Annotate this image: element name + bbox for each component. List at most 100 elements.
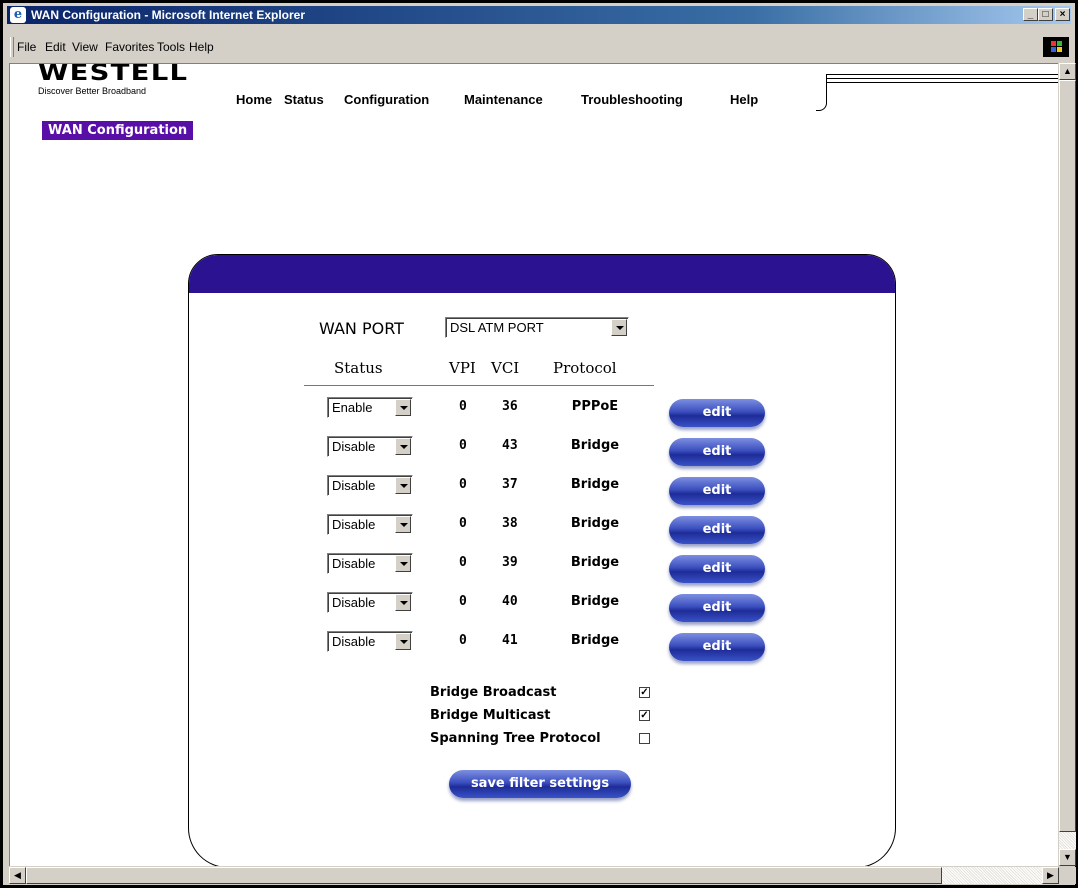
status-select[interactable]: Disable [327,553,413,574]
close-button[interactable]: × [1055,8,1070,21]
horizontal-scrollbar[interactable]: ◀ ▶ [9,867,1059,884]
menu-bar: File Edit View Favorites Tools Help [7,37,1071,59]
logo-tagline: Discover Better Broadband [38,86,147,96]
status-select[interactable]: Disable [327,592,413,613]
menu-grip [10,37,14,57]
menu-file[interactable]: File [17,40,36,54]
section-title: WAN Configuration [42,121,194,140]
header-divider [304,385,654,386]
status-value: Disable [332,478,376,493]
status-select[interactable]: Disable [327,436,413,457]
scroll-down-icon[interactable]: ▼ [1059,849,1076,866]
horizontal-scroll-thumb[interactable] [26,867,942,884]
status-select[interactable]: Enable [327,397,413,418]
chevron-down-icon[interactable] [395,633,411,650]
window-title: WAN Configuration - Microsoft Internet E… [31,8,306,22]
protocol-value: Bridge [570,633,620,648]
vpi-value: 0 [459,555,467,570]
westell-logo: WESTELL Discover Better Broadband [38,64,187,96]
nav-status[interactable]: Status [284,92,324,107]
vci-value: 39 [502,555,518,570]
nav-help[interactable]: Help [730,92,758,107]
nav-rule [826,82,1058,83]
menu-favorites[interactable]: Favorites [105,40,154,54]
header-protocol: Protocol [553,359,617,377]
save-filter-settings-button[interactable]: save filter settings [449,770,631,798]
chevron-down-icon[interactable] [395,438,411,455]
wan-port-select[interactable]: DSL ATM PORT [445,317,629,338]
vpi-value: 0 [459,516,467,531]
bridge-multicast-checkbox[interactable]: ✓ [639,710,650,721]
size-grip [1059,867,1076,884]
chevron-down-icon[interactable] [395,477,411,494]
protocol-value: Bridge [570,516,620,531]
vci-value: 36 [502,399,518,414]
bridge-broadcast-checkbox[interactable]: ✓ [639,687,650,698]
chevron-down-icon[interactable] [395,555,411,572]
header-vpi: VPI [449,359,476,377]
vpi-value: 0 [459,477,467,492]
edit-button[interactable]: edit [669,594,765,622]
scroll-right-icon[interactable]: ▶ [1042,867,1059,884]
bridge-multicast-label: Bridge Multicast [430,708,551,723]
vpi-value: 0 [459,594,467,609]
protocol-value: Bridge [570,555,620,570]
chevron-down-icon[interactable] [395,594,411,611]
scroll-up-icon[interactable]: ▲ [1059,63,1076,80]
vpi-value: 0 [459,438,467,453]
vci-value: 43 [502,438,518,453]
nav-rule [826,78,1058,79]
spanning-tree-label: Spanning Tree Protocol [430,731,601,746]
vpi-value: 0 [459,633,467,648]
protocol-value: PPPoE [571,399,619,414]
vertical-scrollbar[interactable]: ▲ ▼ [1059,63,1076,866]
vci-value: 41 [502,633,518,648]
status-select[interactable]: Disable [327,475,413,496]
nav-maintenance[interactable]: Maintenance [464,92,543,107]
header-status: Status [334,359,383,377]
wan-port-label: WAN PORT [319,319,404,338]
menu-tools[interactable]: Tools [157,40,185,54]
status-value: Enable [332,400,373,415]
wan-port-value: DSL ATM PORT [450,320,544,335]
edit-button[interactable]: edit [669,633,765,661]
page-viewport: WESTELL Discover Better Broadband Home S… [9,63,1058,866]
status-value: Disable [332,439,376,454]
menu-view[interactable]: View [72,40,98,54]
nav-home[interactable]: Home [236,92,272,107]
vci-value: 38 [502,516,518,531]
vertical-scroll-thumb[interactable] [1059,80,1076,832]
nav-rule [826,74,1058,75]
edit-button[interactable]: edit [669,516,765,544]
edit-button[interactable]: edit [669,399,765,427]
chevron-down-icon[interactable] [611,319,627,336]
nav-troubleshooting[interactable]: Troubleshooting [581,92,683,107]
maximize-button[interactable]: □ [1038,8,1053,21]
minimize-button[interactable]: _ [1023,8,1038,21]
menu-help[interactable]: Help [189,40,214,54]
nav-configuration[interactable]: Configuration [344,92,429,107]
scroll-left-icon[interactable]: ◀ [9,867,26,884]
menu-edit[interactable]: Edit [45,40,66,54]
edit-button[interactable]: edit [669,438,765,466]
edit-button[interactable]: edit [669,555,765,583]
logo-text: WESTELL [38,63,189,86]
status-value: Disable [332,595,376,610]
title-bar: e WAN Configuration - Microsoft Internet… [7,6,1071,24]
nav-frame [816,74,827,111]
protocol-value: Bridge [570,477,620,492]
wan-config-panel: WAN PORT DSL ATM PORT Status VPI VCI Pro… [188,254,896,866]
bridge-broadcast-label: Bridge Broadcast [430,685,557,700]
spanning-tree-checkbox[interactable] [639,733,650,744]
protocol-value: Bridge [570,438,620,453]
header-vci: VCI [491,359,520,377]
browser-window: e WAN Configuration - Microsoft Internet… [0,0,1078,888]
panel-header [189,255,895,293]
chevron-down-icon[interactable] [395,516,411,533]
vci-value: 40 [502,594,518,609]
status-select[interactable]: Disable [327,514,413,535]
status-value: Disable [332,556,376,571]
status-select[interactable]: Disable [327,631,413,652]
chevron-down-icon[interactable] [395,399,411,416]
edit-button[interactable]: edit [669,477,765,505]
